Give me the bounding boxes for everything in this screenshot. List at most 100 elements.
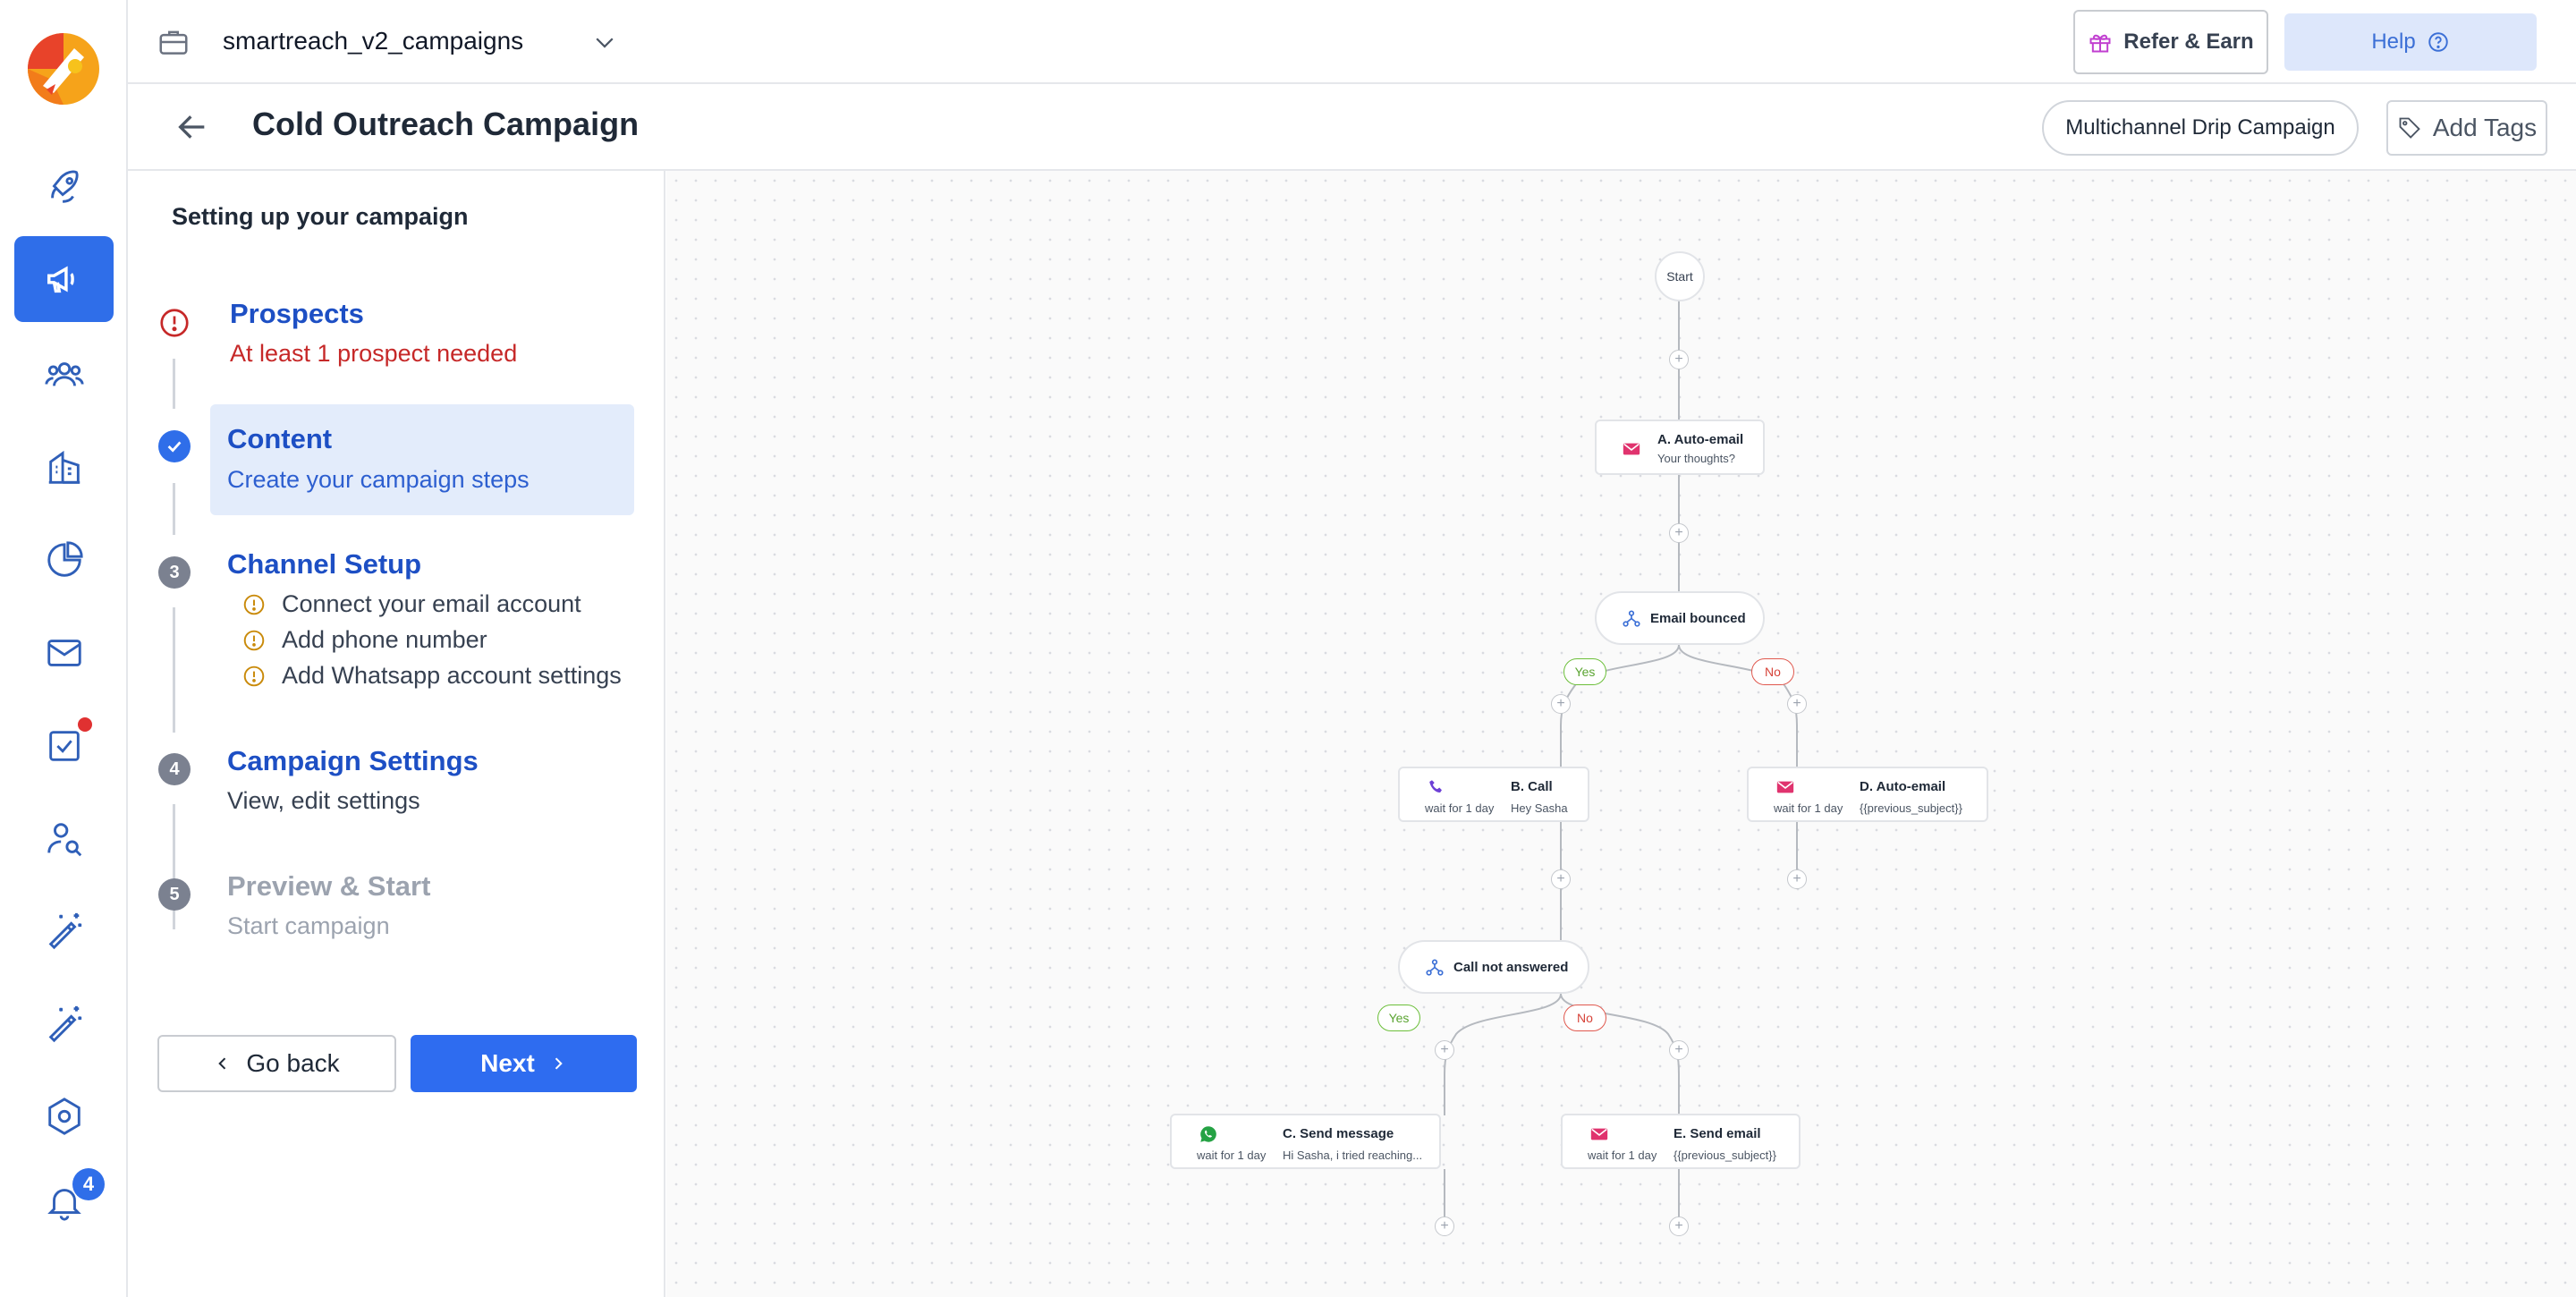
step-number-badge: 3 <box>158 556 191 589</box>
flow-node-auto-email-d[interactable]: wait for 1 day D. Auto-email {{previous_… <box>1747 767 1988 822</box>
question-circle-icon <box>2428 32 2448 52</box>
add-step-button[interactable]: + <box>1435 1216 1454 1236</box>
gift-icon <box>2089 34 2111 53</box>
add-step-button[interactable]: + <box>1787 694 1807 714</box>
help-button[interactable]: Help <box>2284 13 2537 71</box>
top-header: smartreach_v2_campaigns Refer & Earn Hel… <box>128 0 2576 84</box>
node-title: Email bounced <box>1650 611 1746 626</box>
warning-circle-icon <box>243 594 265 615</box>
email-icon <box>1776 781 1794 793</box>
step-number-badge: 5 <box>158 878 191 911</box>
add-tags-button[interactable]: Add Tags <box>2386 100 2547 156</box>
rail-tasks[interactable] <box>14 703 114 789</box>
flow-condition-call-not-answered[interactable]: Call not answered <box>1398 940 1589 994</box>
node-subtitle: Your thoughts? <box>1657 452 1735 465</box>
smartreach-logo[interactable] <box>25 30 102 107</box>
step-content-subtitle: Create your campaign steps <box>227 466 530 493</box>
branch-no-tag: No <box>1751 658 1794 685</box>
email-icon <box>1623 443 1640 455</box>
workspace-selector[interactable]: smartreach_v2_campaigns <box>223 27 523 55</box>
flow-node-send-message-c[interactable]: wait for 1 day C. Send message Hi Sasha,… <box>1170 1114 1441 1169</box>
go-back-label: Go back <box>246 1049 340 1077</box>
channel-item-phone[interactable]: Add phone number <box>242 626 487 654</box>
warning-circle-icon <box>243 630 265 650</box>
step-campaign-settings-title[interactable]: Campaign Settings <box>227 745 479 777</box>
rocket-icon <box>50 170 79 203</box>
rail-reports[interactable] <box>14 517 114 603</box>
step-connector <box>173 359 175 409</box>
refer-earn-label: Refer & Earn <box>2123 30 2254 54</box>
step-content-active[interactable] <box>210 404 634 515</box>
campaign-type-pill[interactable]: Multichannel Drip Campaign <box>2042 100 2359 156</box>
magic-wand-icon <box>48 1005 81 1043</box>
error-icon <box>158 307 191 339</box>
rail-campaigns[interactable] <box>14 236 114 322</box>
rail-notifications[interactable]: 4 <box>14 1159 114 1245</box>
back-arrow-icon[interactable] <box>174 109 210 145</box>
node-wait: wait for 1 day <box>1425 801 1495 815</box>
step-preview-start-title: Preview & Start <box>227 870 431 902</box>
flow-condition-email-bounced[interactable]: Email bounced <box>1595 591 1765 645</box>
channel-item-whatsapp[interactable]: Add Whatsapp account settings <box>242 662 622 690</box>
add-step-button[interactable]: + <box>1669 1040 1689 1060</box>
campaign-title: Cold Outreach Campaign <box>252 106 640 142</box>
channel-item-email[interactable]: Connect your email account <box>242 590 581 618</box>
help-label: Help <box>2371 30 2416 54</box>
flow-canvas[interactable]: Start + A. Auto-email Your thoughts? + E… <box>666 171 2576 1297</box>
step-connector <box>173 607 175 733</box>
step-channel-setup-title[interactable]: Channel Setup <box>227 548 421 581</box>
step-connector <box>173 804 175 929</box>
hexagon-settings-icon <box>47 1098 80 1135</box>
flow-start-node[interactable]: Start <box>1655 251 1705 301</box>
refer-earn-button[interactable]: Refer & Earn <box>2073 10 2268 74</box>
add-step-button[interactable]: + <box>1669 1216 1689 1236</box>
user-search-icon <box>47 823 81 857</box>
add-step-button[interactable]: + <box>1551 869 1571 889</box>
rail-inbox[interactable] <box>14 610 114 696</box>
add-tags-label: Add Tags <box>2432 114 2538 141</box>
chevron-left-icon <box>218 1057 226 1070</box>
node-subtitle: {{previous_subject}} <box>1674 1149 1776 1162</box>
channel-item-label: Connect your email account <box>282 590 581 617</box>
next-button[interactable]: Next <box>411 1035 637 1092</box>
branch-icon <box>1623 610 1640 627</box>
rail-prospects[interactable] <box>14 331 114 417</box>
add-step-button[interactable]: + <box>1787 869 1807 889</box>
rail-accounts[interactable] <box>14 424 114 510</box>
chevron-right-icon <box>555 1057 563 1070</box>
add-step-button[interactable]: + <box>1669 523 1689 543</box>
tasks-alert-dot <box>78 717 92 732</box>
branch-yes-tag: Yes <box>1377 1005 1420 1031</box>
flow-node-auto-email-a[interactable]: A. Auto-email Your thoughts? <box>1595 420 1765 475</box>
add-step-button[interactable]: + <box>1435 1040 1454 1060</box>
flow-node-send-email-e[interactable]: wait for 1 day E. Send email {{previous_… <box>1561 1114 1801 1169</box>
notifications-badge: 4 <box>72 1168 105 1200</box>
node-title: E. Send email <box>1674 1126 1761 1141</box>
setup-heading: Setting up your campaign <box>172 203 469 230</box>
rail-ai-tools[interactable] <box>14 887 114 973</box>
phone-icon <box>1429 780 1442 793</box>
node-title: C. Send message <box>1283 1126 1394 1141</box>
rail-rocket[interactable] <box>14 143 114 229</box>
email-icon <box>1590 1128 1608 1140</box>
rail-settings[interactable] <box>14 1073 114 1159</box>
flow-node-call-b[interactable]: wait for 1 day B. Call Hey Sasha <box>1398 767 1589 822</box>
warning-circle-icon <box>243 665 265 686</box>
magic-wand-icon <box>48 912 81 950</box>
branch-icon <box>1426 959 1444 976</box>
go-back-button[interactable]: Go back <box>157 1035 396 1092</box>
add-step-button[interactable]: + <box>1669 350 1689 369</box>
pie-chart-icon <box>47 541 83 577</box>
step-connector <box>173 483 175 535</box>
step-preview-start-subtitle: Start campaign <box>227 912 390 939</box>
node-wait: wait for 1 day <box>1197 1149 1267 1162</box>
add-step-button[interactable]: + <box>1551 694 1571 714</box>
rail-ai-writer[interactable] <box>14 980 114 1066</box>
rail-prospect-search[interactable] <box>14 796 114 882</box>
branch-yes-tag: Yes <box>1563 658 1606 685</box>
step-prospects-title[interactable]: Prospects <box>230 298 364 330</box>
chevron-down-icon[interactable] <box>591 29 618 55</box>
node-subtitle: Hey Sasha <box>1511 801 1568 815</box>
step-content-title[interactable]: Content <box>227 423 332 455</box>
tag-icon <box>2399 117 2420 139</box>
